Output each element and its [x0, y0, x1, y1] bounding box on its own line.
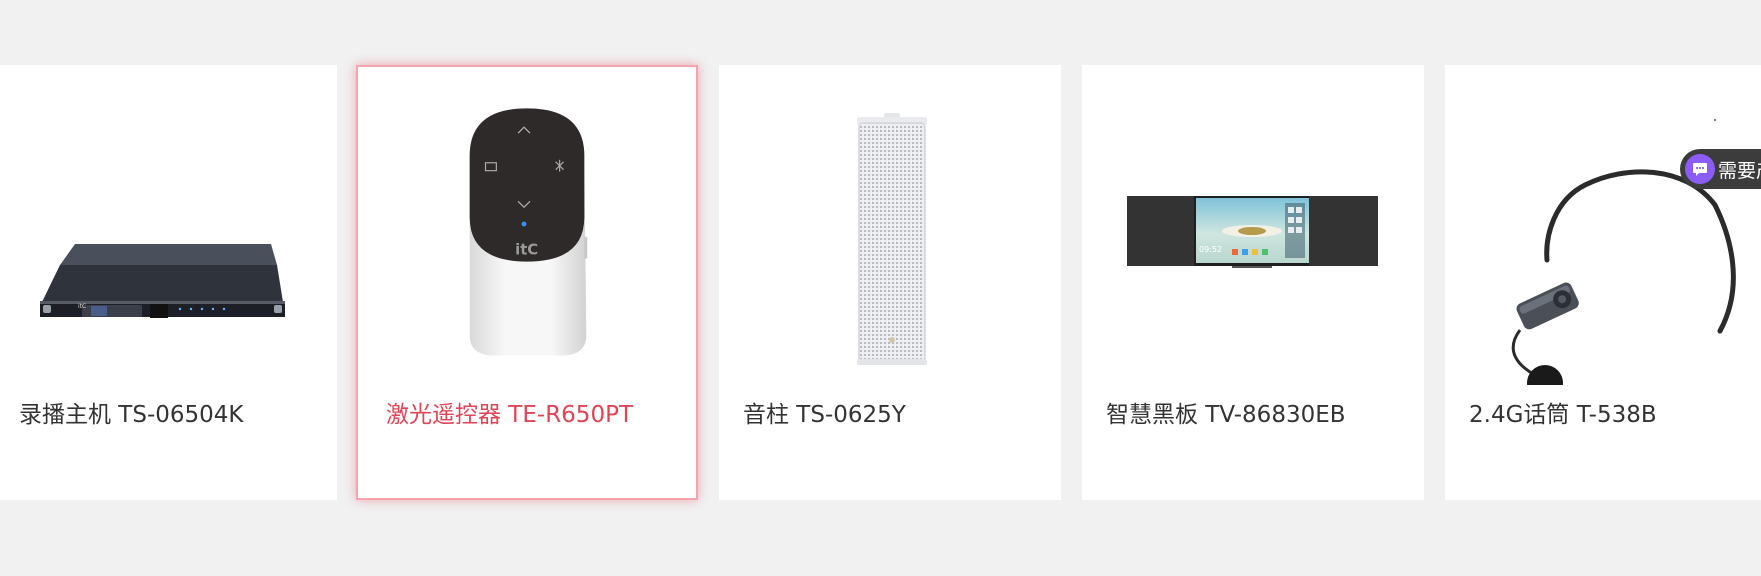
headset-mic-image [1511, 119, 1736, 385]
chat-label: 需要产 [1718, 159, 1761, 182]
product-card-smart-blackboard[interactable]: 09:52 智慧黑板 TV-86830EB [1082, 65, 1424, 500]
chat-float-button[interactable]: 需要产 [1680, 149, 1761, 189]
product-title: 智慧黑板 TV-86830EB [1106, 402, 1346, 428]
product-title: 录播主机 TS-06504K [19, 402, 244, 428]
remote-logo: itC [515, 242, 538, 259]
svg-text:itC: itC [78, 303, 86, 310]
product-carousel: itC 录播主机 TS-06504K itC 激光遥控器 TE-R650PT 音… [0, 0, 1761, 576]
product-card-column-speaker[interactable]: 音柱 TS-0625Y [719, 65, 1061, 500]
product-title: 音柱 TS-0625Y [743, 402, 906, 428]
product-card-recording-host[interactable]: itC 录播主机 TS-06504K [0, 65, 337, 500]
smart-blackboard-image: 09:52 [1127, 196, 1378, 268]
laser-remote-image: itC [469, 108, 588, 356]
recording-host-image: itC [40, 244, 285, 318]
blackboard-clock: 09:52 [1199, 245, 1222, 254]
product-card-headset-mic[interactable]: 2.4G话筒 T-538B [1445, 65, 1761, 500]
product-title: 激光遥控器 TE-R650PT [386, 402, 633, 428]
product-title: 2.4G话筒 T-538B [1469, 402, 1657, 428]
column-speaker-image [857, 113, 927, 365]
product-card-laser-remote[interactable]: itC 激光遥控器 TE-R650PT [356, 65, 698, 500]
chat-bubble-icon [1685, 154, 1715, 184]
